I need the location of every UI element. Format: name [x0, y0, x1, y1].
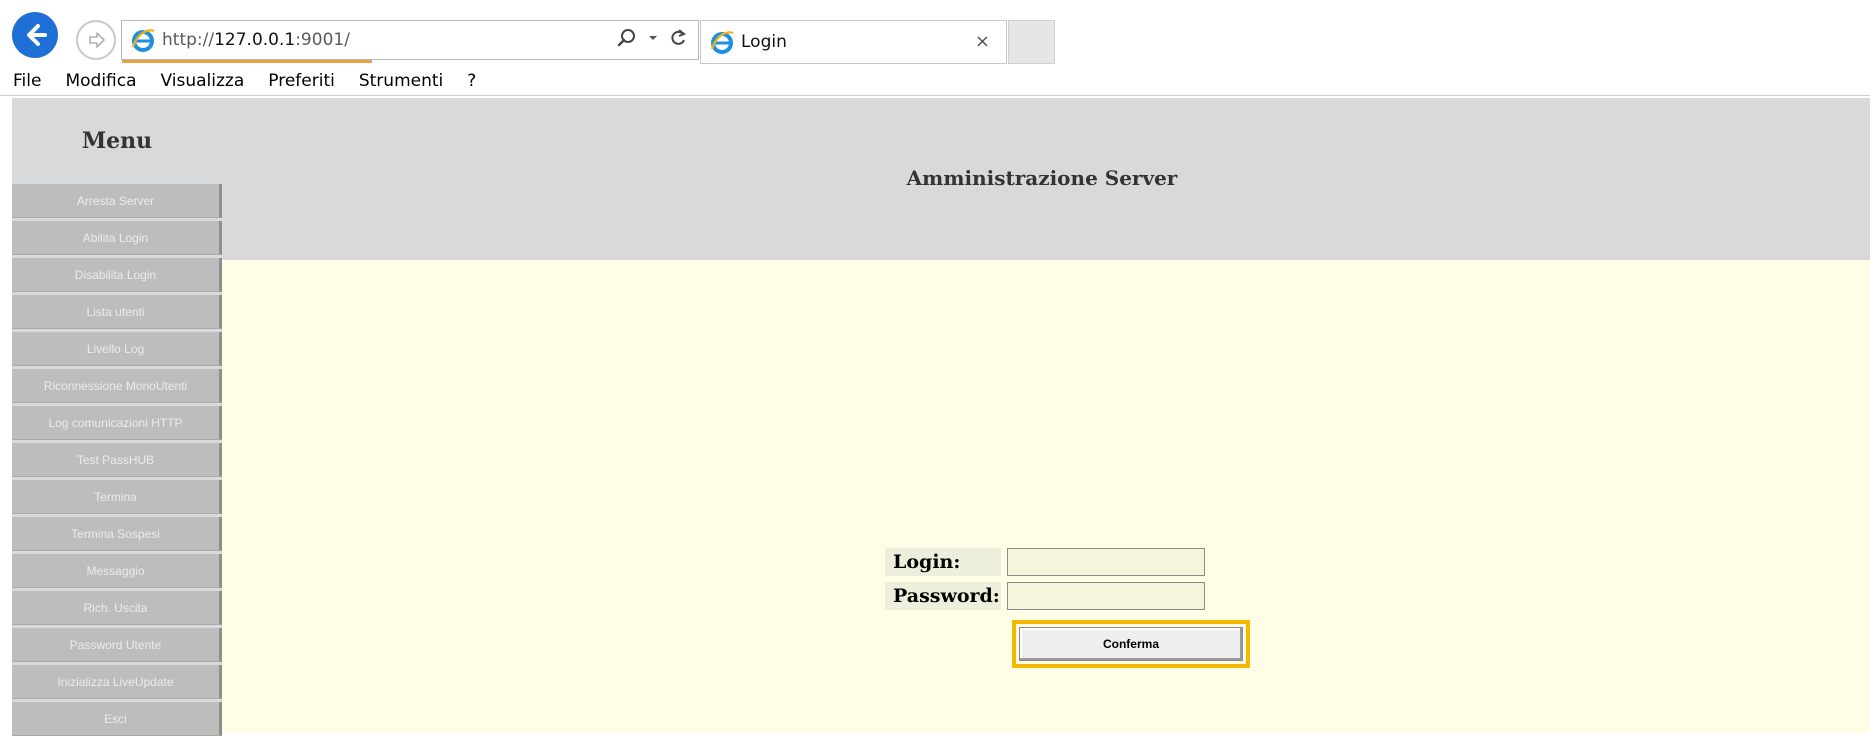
confirm-button-focus-ring: Conferma: [1012, 620, 1250, 668]
sidebar-item-disabilita-login[interactable]: Disabilita Login: [12, 258, 222, 292]
menu-strumenti[interactable]: Strumenti: [346, 71, 454, 91]
sidebar: Menu Arresta Server Abilita Login Disabi…: [12, 98, 222, 736]
address-focus-underline: [122, 60, 372, 63]
close-icon[interactable]: ×: [975, 31, 990, 52]
url-text[interactable]: http://127.0.0.1:9001/: [162, 30, 350, 50]
menu-preferiti[interactable]: Preferiti: [255, 71, 346, 91]
arrow-left-icon: [27, 24, 47, 46]
forward-button[interactable]: [76, 20, 116, 60]
sidebar-item-lista-utenti[interactable]: Lista utenti: [12, 295, 222, 329]
refresh-icon[interactable]: [668, 28, 688, 48]
sidebar-item-livello-log[interactable]: Livello Log: [12, 332, 222, 366]
sidebar-item-termina-sospesi[interactable]: Termina Sospesi: [12, 517, 222, 551]
menu-help[interactable]: ?: [454, 71, 487, 91]
new-tab-button[interactable]: [1008, 20, 1055, 64]
internet-explorer-icon: [710, 31, 734, 54]
sidebar-item-test-passhub[interactable]: Test PassHUB: [12, 443, 222, 477]
sidebar-item-inizializza-liveupdate[interactable]: Inizializza LiveUpdate: [12, 665, 222, 699]
login-label: Login:: [885, 548, 1001, 576]
url-host: 127.0.0.1: [214, 30, 296, 50]
page-content: Menu Arresta Server Abilita Login Disabi…: [12, 98, 1870, 736]
password-input[interactable]: [1007, 582, 1205, 610]
sidebar-item-arresta-server[interactable]: Arresta Server: [12, 184, 222, 218]
back-button[interactable]: [12, 12, 58, 58]
sidebar-menu: Arresta Server Abilita Login Disabilita …: [12, 184, 222, 739]
password-row: Password:: [885, 582, 1205, 610]
sidebar-item-abilita-login[interactable]: Abilita Login: [12, 221, 222, 255]
url-path: :9001/: [295, 30, 350, 50]
login-form: Login: Password: Conferma: [885, 548, 1250, 668]
address-bar-actions: [616, 27, 688, 49]
menu-file[interactable]: File: [0, 71, 52, 91]
browser-toolbar: http://127.0.0.1:9001/ Login ×: [0, 0, 1870, 66]
address-bar[interactable]: http://127.0.0.1:9001/: [121, 20, 699, 63]
sidebar-title: Menu: [81, 128, 153, 154]
menu-modifica[interactable]: Modifica: [52, 71, 147, 91]
sidebar-item-esci[interactable]: Esci: [12, 702, 222, 736]
tab-login[interactable]: Login ×: [700, 20, 1007, 64]
sidebar-item-messaggio[interactable]: Messaggio: [12, 554, 222, 588]
sidebar-item-rich-uscita[interactable]: Rich. Uscita: [12, 591, 222, 625]
login-row: Login:: [885, 548, 1205, 576]
page-title: Amministrazione Server: [906, 166, 1178, 190]
password-label: Password:: [885, 582, 1001, 610]
url-scheme: http://: [162, 30, 215, 50]
menu-bar: File Modifica Visualizza Preferiti Strum…: [0, 66, 1870, 96]
confirm-button[interactable]: Conferma: [1019, 627, 1243, 661]
sidebar-item-termina[interactable]: Termina: [12, 480, 222, 514]
sidebar-item-log-http[interactable]: Log comunicazioni HTTP: [12, 406, 222, 440]
arrow-right-icon: [89, 32, 105, 48]
search-icon[interactable]: [616, 27, 638, 49]
login-input[interactable]: [1007, 548, 1205, 576]
chevron-down-icon[interactable]: [648, 33, 658, 43]
tab-title: Login: [741, 32, 787, 52]
sidebar-item-riconnessione-monoutenti[interactable]: Riconnessione MonoUtenti: [12, 369, 222, 403]
internet-explorer-icon: [131, 29, 155, 52]
menu-visualizza[interactable]: Visualizza: [148, 71, 256, 91]
sidebar-item-password-utente[interactable]: Password Utente: [12, 628, 222, 662]
